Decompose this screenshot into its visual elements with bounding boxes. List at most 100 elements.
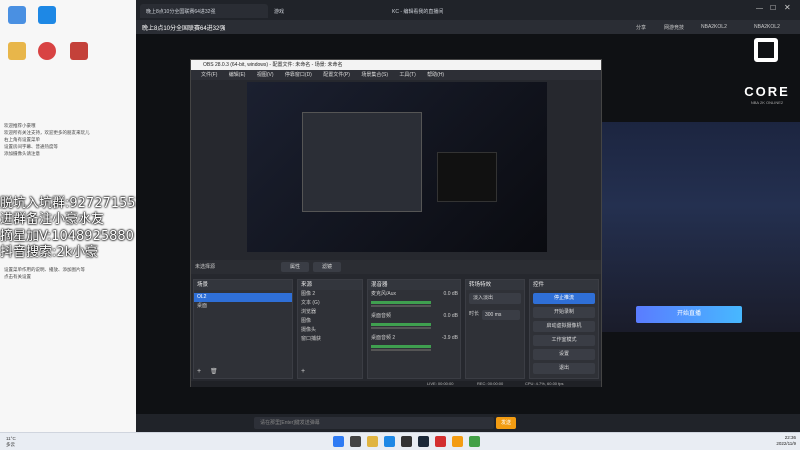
volume-meter [371,323,431,326]
menu-tools[interactable]: 工具(T) [399,72,415,78]
start-recording-button[interactable]: 开始录制 [533,307,595,318]
game-background [596,122,800,332]
steam-icon[interactable] [418,436,429,447]
core-text: CORE [744,84,790,99]
menu-edit[interactable]: 编辑(E) [229,72,246,78]
room-header: 晚上8点10分全国联赛64进32强 分享 网游竞技 NBA2KOL2 NBA2K… [136,20,800,34]
app-icon[interactable] [469,436,480,447]
desktop-notes-bottom: 设置菜单作用的说明、播放、添加图片等 点击有关设置 [4,267,85,279]
weather-widget[interactable]: 11°C 多云 [6,436,16,448]
chat-bar: 请在那里[Enter]键发送弹幕 发送 [136,414,800,432]
app-icon[interactable] [38,6,56,24]
source-item[interactable]: 摄像头 [298,326,362,335]
virtual-camera-button[interactable]: 启动虚拟摄像机 [533,321,595,332]
mixer-channel: 桌面音频 0.0 dB [368,312,460,334]
transitions-title: 转场特效 [466,280,524,290]
source-item[interactable]: 图像 2 [298,290,362,299]
live-time: LIVE: 00:00:00 [427,381,454,386]
core-logo: CORE NBA 2K ONLINE2 [734,34,800,112]
share-button[interactable]: 分享 [636,24,646,31]
tab-room[interactable]: 晚上8点10分全国联赛64进32强 [140,4,268,18]
scenes-title: 场景 [194,280,292,290]
menu-help[interactable]: 帮助(H) [427,72,444,78]
menu-docks[interactable]: 停靠窗口(D) [285,72,312,78]
obs-window: OBS 28.0.3 (64-bit, windows) - 配置文件: 未命名… [190,59,602,387]
game-link-2[interactable]: NBA2KOL2 [754,24,780,30]
duration-input[interactable]: 300 ms [482,310,520,320]
source-item[interactable]: 窗口捕获 [298,335,362,344]
app-icon[interactable] [70,42,88,60]
send-button[interactable]: 发送 [496,417,516,429]
menu-view[interactable]: 视图(V) [257,72,274,78]
category-link[interactable]: 网游竞技 [664,24,684,31]
search-icon[interactable] [350,436,361,447]
folder-icon[interactable] [367,436,378,447]
add-source-icon[interactable]: + [301,368,305,375]
room-title: 晚上8点10分全国联赛64进32强 [142,26,226,32]
app-icon[interactable] [8,42,26,60]
source-item[interactable]: 文本 (G) [298,299,362,308]
source-item[interactable]: 浏览器 [298,308,362,317]
app-icon[interactable] [8,6,26,24]
tab-game[interactable]: 游戏 [268,4,386,18]
studio-mode-button[interactable]: 工作室模式 [533,335,595,346]
channel-db: 0.0 dB [443,291,458,297]
scenes-panel: 场景 OL2 桌面 + 🗑 [193,279,293,379]
channel-db: 0.0 dB [443,313,458,319]
core-sub: NBA 2K ONLINE2 [750,100,784,105]
volume-meter [371,301,431,304]
scene-item[interactable]: 桌面 [194,302,292,311]
tab-editor[interactable]: KC - 编辑看我的直播间 [386,4,506,18]
sources-panel: 来源 图像 2 文本 (G) 浏览器 图像 摄像头 窗口捕获 + [297,279,363,379]
close-icon[interactable]: ✕ [784,3,791,12]
start-live-button[interactable]: 开始直播 [636,306,742,323]
menu-scene-collection[interactable]: 场景集合(S) [361,72,388,78]
filters-button[interactable]: 滤镜 [313,262,341,272]
menu-file[interactable]: 文件(F) [201,72,217,78]
exit-button[interactable]: 退出 [533,363,595,374]
scene-item[interactable]: OL2 [194,293,292,302]
add-scene-icon[interactable]: + [197,368,201,375]
channel-db: -3.9 dB [441,335,458,341]
channel-name: 桌面音频 [371,313,392,319]
edge-icon[interactable] [384,436,395,447]
no-source-label: 未选择源 [195,264,216,270]
core-mark-icon [754,38,778,62]
transitions-panel: 转场特效 淡入淡出 时长 300 ms [465,279,525,379]
game-link[interactable]: NBA2KOL2 [701,24,727,30]
volume-slider[interactable] [371,305,431,307]
obs-statusbar: LIVE: 00:00:00 REC: 00:00:00 CPU: 4.7%, … [191,381,601,387]
app-icon[interactable] [38,42,56,60]
promo-line-4: 抖音搜索:2k小豪 [0,245,99,260]
stop-stream-button[interactable]: 停止推流 [533,293,595,304]
taskbar: 11°C 多云 22:36 2022/11/9 [0,432,800,450]
obs-preview[interactable] [247,82,547,252]
mixer-channel: 桌面音频 2 -3.9 dB [368,334,460,356]
app-icon[interactable] [435,436,446,447]
source-item[interactable]: 图像 [298,317,362,326]
minimize-icon[interactable]: — [756,5,763,12]
settings-button[interactable]: 设置 [533,349,595,360]
nested-stream-preview [437,152,497,202]
volume-slider[interactable] [371,327,431,329]
obs-icon[interactable] [401,436,412,447]
transition-select[interactable]: 淡入淡出 [469,293,521,304]
desktop-area: 欢迎推荐小豪哦 欢迎所有关注支持，欢迎更多的朋友来玩儿 右上角有设置菜单 设置房… [0,0,144,432]
obs-menubar: 文件(F) 编辑(E) 视图(V) 停靠窗口(D) 配置文件(P) 场景集合(S… [191,70,601,80]
maximize-icon[interactable]: ☐ [770,4,776,12]
tab-bar: 晚上8点10分全国联赛64进32强 游戏 KC - 编辑看我的直播间 — ☐ ✕ [136,0,800,20]
mixer-panel: 混音器 麦克风/Aux 0.0 dB 桌面音频 0.0 dB 桌面音频 2 -3… [367,279,461,379]
controls-panel: 控件 停止推流 开始录制 启动虚拟摄像机 工作室模式 设置 退出 [529,279,599,379]
start-icon[interactable] [333,436,344,447]
clock-date: 2022/11/9 [776,441,796,446]
sources-title: 来源 [298,280,362,290]
properties-button[interactable]: 属性 [281,262,309,272]
volume-slider[interactable] [371,349,431,351]
remove-scene-icon[interactable]: 🗑 [210,368,218,375]
menu-profile[interactable]: 配置文件(P) [323,72,350,78]
duration-label: 时长 [469,311,480,317]
chat-input[interactable]: 请在那里[Enter]键发送弹幕 [254,417,494,429]
app-icon[interactable] [452,436,463,447]
mixer-title: 混音器 [368,280,460,290]
clock[interactable]: 22:36 2022/11/9 [776,435,796,447]
